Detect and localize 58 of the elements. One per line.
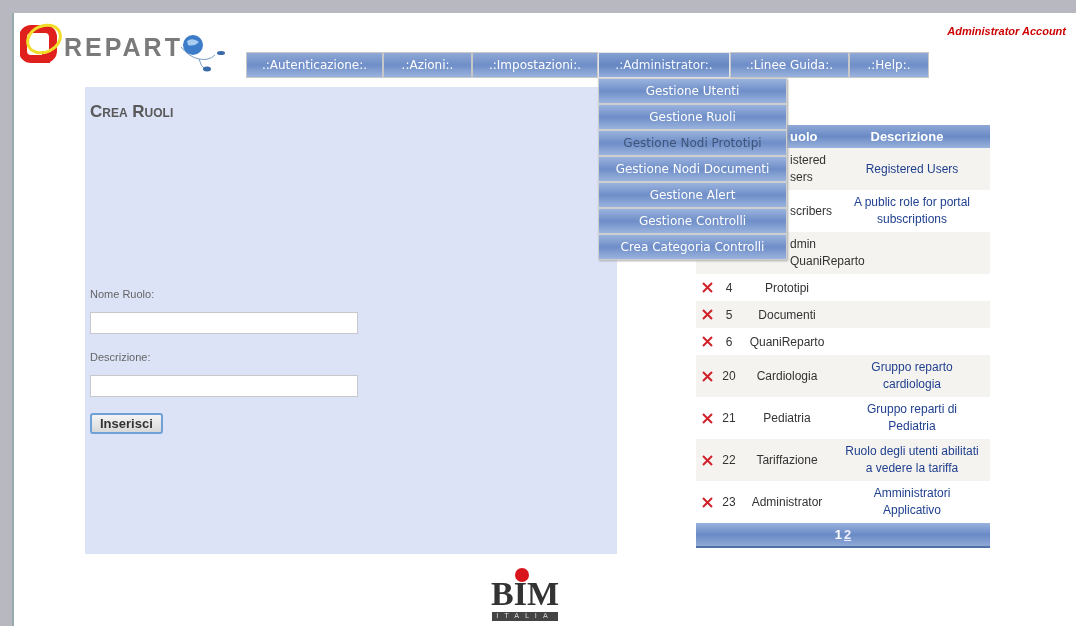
input-field[interactable] (90, 375, 358, 397)
table-cell: istered sers (790, 152, 827, 186)
menu-item[interactable]: .:Azioni:. (383, 52, 472, 78)
dropdown-item[interactable]: Gestione Nodi Prototipi (598, 130, 787, 156)
delete-icon[interactable] (702, 496, 713, 508)
page-link[interactable]: 1 (834, 527, 842, 542)
page-link[interactable]: 2 (844, 527, 852, 542)
field-label: Descrizione: (90, 351, 151, 363)
table-cell-text: Gruppo reparti di Pediatria (865, 401, 958, 435)
menu-item[interactable]: .:Autenticazione:. (246, 52, 383, 78)
footer-logo-text: BIM (491, 576, 559, 612)
table-cell-text: QuaniReparto (748, 334, 826, 349)
dropdown-item[interactable]: Gestione Nodi Documenti (598, 156, 787, 182)
table-cell-text: Ruolo degli utenti abilitati a vedere la tariffa (844, 443, 980, 477)
dropdown-item[interactable]: Crea Categoria Controlli (598, 234, 787, 260)
dropdown-item[interactable]: Gestione Utenti (598, 78, 787, 104)
table-cell-text: 4 (724, 280, 734, 295)
logo-text: REPART (64, 33, 183, 62)
delete-icon[interactable] (702, 370, 713, 382)
dropdown-item[interactable]: Gestione Controlli (598, 208, 787, 234)
table-cell-text: Amministratori Applicativo (872, 485, 952, 519)
table-cell-text: 21 (721, 411, 737, 425)
table-cell-text: Cardiologia (755, 369, 819, 383)
column-header: uolo (790, 129, 819, 144)
table-cell-text: Administrator (750, 495, 824, 509)
table-cell-text: Prototipi (764, 280, 810, 295)
delete-icon[interactable] (702, 282, 713, 293)
input-field[interactable] (90, 312, 358, 334)
table-cell-text: 23 (721, 495, 737, 509)
table-cell-text: 22 (721, 453, 737, 467)
field-label: Nome Ruolo: (90, 288, 155, 300)
table-cell-text: 20 (721, 369, 737, 383)
account-label: Administrator Account (947, 25, 1066, 37)
menu-item[interactable]: .:Administrator:. (598, 52, 730, 78)
table-cell-text: Tariffazione (755, 453, 819, 467)
menu-item[interactable]: .:Impostazioni:. (472, 52, 598, 78)
table-cell: scribers (790, 202, 832, 220)
table-cell-text: Registered Users (864, 160, 960, 178)
delete-icon[interactable] (702, 309, 713, 320)
menu-item[interactable]: .:Linee Guida:. (730, 52, 849, 78)
delete-icon[interactable] (702, 412, 713, 424)
delete-icon[interactable] (702, 454, 713, 466)
table-cell-text: 6 (724, 334, 734, 349)
table-cell-text: 5 (724, 307, 734, 322)
delete-icon[interactable] (702, 336, 713, 347)
table-cell-text: A public role for portal subscriptions (852, 194, 972, 228)
insert-button[interactable]: Inserisci (90, 413, 163, 434)
table-cell-text: Pediatria (762, 411, 812, 425)
dropdown-item[interactable]: Gestione Ruoli (598, 104, 787, 130)
table-cell: dmin QuaniReparto (790, 236, 865, 270)
menu-item[interactable]: .:Help:. (849, 52, 929, 78)
logo-q-icon (20, 21, 64, 65)
logo-ball-icon (515, 568, 529, 582)
table-cell-text: Documenti (757, 307, 817, 322)
column-header: Descrizione (869, 129, 945, 144)
table-cell-text: Gruppo reparto cardiologia (870, 359, 954, 393)
form-title: Crea Ruoli (90, 102, 175, 122)
dropdown-item[interactable]: Gestione Alert (598, 182, 787, 208)
